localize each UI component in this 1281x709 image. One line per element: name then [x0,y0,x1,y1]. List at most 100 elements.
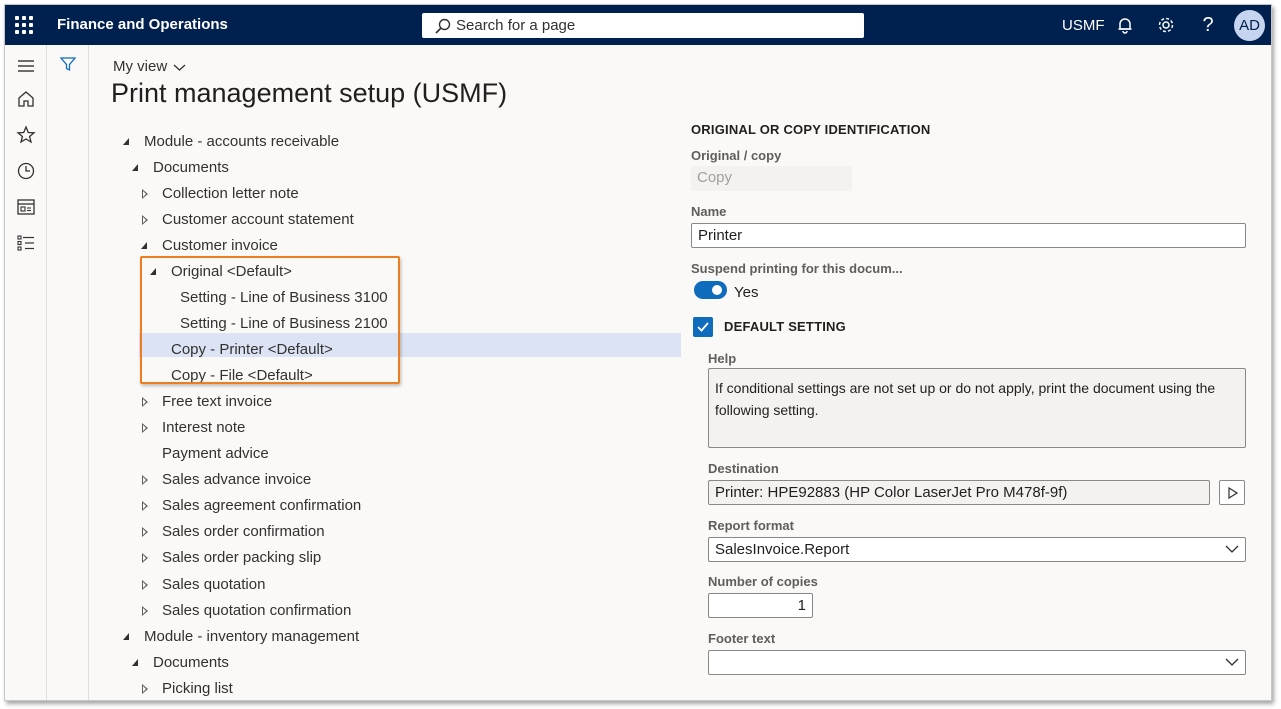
tree-node[interactable]: Sales agreement confirmation [141,494,565,518]
gear-icon[interactable] [1155,14,1177,36]
play-icon [1228,487,1238,499]
app-launcher-icon[interactable] [15,16,33,34]
tree-node-label: Payment advice [162,445,269,462]
filter-icon[interactable] [59,55,77,73]
tree-node-label: Interest note [162,419,246,436]
highlight-box [140,256,400,384]
collapsed-arrow-icon[interactable] [142,580,148,590]
tree-node-label: Sales order confirmation [162,523,325,540]
top-bar: Finance and Operations Search for a page… [5,5,1271,45]
tree-node-label: Collection letter note [162,185,299,202]
tree-node-label: Documents [153,159,229,176]
report-format-value: SalesInvoice.Report [715,541,850,558]
tree-node-label: Sales advance invoice [162,471,312,488]
collapsed-arrow-icon[interactable] [142,423,148,433]
tree-node-label: Sales quotation [162,576,266,593]
chevron-down-icon [173,64,186,71]
tree-node[interactable]: Sales order confirmation [141,520,565,544]
tree-node[interactable]: Module - inventory management [123,625,565,649]
expanded-arrow-icon[interactable] [123,633,129,640]
footer-text-label: Footer text [708,631,776,646]
tree-node-label: Sales quotation confirmation [162,602,352,619]
collapsed-arrow-icon[interactable] [142,501,148,511]
help-label: Help [708,351,737,366]
section-title: ORIGINAL OR COPY IDENTIFICATION [691,122,931,137]
app-window: Finance and Operations Search for a page… [4,4,1272,701]
collapsed-arrow-icon[interactable] [142,189,148,199]
destination-field: Printer: HPE92883 (HP Color LaserJet Pro… [708,480,1210,505]
checkmark-icon [697,322,709,332]
help-text: If conditional settings are not set up o… [708,368,1246,448]
tree-node[interactable]: Payment advice [141,442,565,466]
chevron-down-icon [1225,658,1239,666]
tree-node[interactable]: Free text invoice [141,390,565,414]
bell-icon[interactable] [1114,14,1136,36]
collapsed-arrow-icon[interactable] [142,684,148,694]
clock-icon[interactable] [15,160,37,182]
destination-label: Destination [708,461,779,476]
hamburger-icon[interactable] [15,55,37,77]
home-icon[interactable] [15,88,37,110]
report-format-label: Report format [708,518,794,533]
tree-node[interactable]: Customer invoice [141,234,565,258]
name-label: Name [691,204,727,219]
my-view-dropdown[interactable]: My view [113,58,186,75]
tree-node-label: Module - accounts receivable [144,133,340,150]
collapsed-arrow-icon[interactable] [142,553,148,563]
expanded-arrow-icon[interactable] [123,138,129,145]
collapsed-arrow-icon[interactable] [142,215,148,225]
app-title[interactable]: Finance and Operations [57,16,228,33]
filter-pane [47,45,89,700]
modules-list-icon[interactable] [15,232,37,254]
tree-node-label: Sales agreement confirmation [162,497,362,514]
suspend-printing-value: Yes [734,284,759,301]
suspend-printing-toggle[interactable] [694,281,727,299]
tree-node-label: Picking list [162,680,233,697]
tree-node[interactable]: Collection letter note [141,182,565,206]
collapsed-arrow-icon[interactable] [142,527,148,537]
tree-node[interactable]: Module - accounts receivable [123,130,565,154]
tree-node[interactable]: Documents [132,651,565,675]
tree-node[interactable]: Sales quotation confirmation [141,599,565,623]
workspaces-icon[interactable] [15,196,37,218]
tree-node[interactable]: Sales advance invoice [141,468,565,492]
tree-node-label: Free text invoice [162,393,273,410]
default-setting-title: DEFAULT SETTING [724,319,846,334]
tree-node[interactable]: Sales order packing slip [141,546,565,570]
tree-node-label: Documents [153,654,229,671]
tree-node-label: Module - inventory management [144,628,360,645]
navigation-pane [5,45,47,700]
tree-node[interactable]: Documents [132,156,565,180]
star-icon[interactable] [15,124,37,146]
help-icon[interactable]: ? [1197,14,1219,36]
tree-node[interactable]: Picking list [141,677,565,700]
tree-node[interactable]: Interest note [141,416,565,440]
report-format-select[interactable]: SalesInvoice.Report [708,537,1246,562]
avatar[interactable]: AD [1234,10,1265,41]
expanded-arrow-icon[interactable] [132,164,138,171]
tree-node-label: Sales order packing slip [162,549,322,566]
original-copy-field: Copy [691,166,852,191]
chevron-down-icon [1225,545,1239,553]
tree-node[interactable]: Customer account statement [141,208,565,232]
company-picker[interactable]: USMF [1062,17,1105,34]
destination-open-button[interactable] [1219,480,1245,505]
name-field[interactable]: Printer [691,223,1246,248]
page-title: Print management setup (USMF) [111,78,508,108]
tree-node[interactable]: Sales quotation [141,573,565,597]
collapsed-arrow-icon[interactable] [142,475,148,485]
expanded-arrow-icon[interactable] [132,659,138,666]
copies-input[interactable]: 1 [708,593,813,618]
expanded-arrow-icon[interactable] [141,242,147,249]
suspend-printing-label: Suspend printing for this docum... [691,261,903,276]
collapsed-arrow-icon[interactable] [142,397,148,407]
my-view-label: My view [113,58,168,75]
search-icon [435,18,451,34]
copies-label: Number of copies [708,574,818,589]
tree-node-label: Customer invoice [162,237,278,254]
search-placeholder: Search for a page [456,17,576,34]
search-input[interactable]: Search for a page [422,13,864,38]
footer-text-select[interactable] [708,650,1246,675]
collapsed-arrow-icon[interactable] [142,606,148,616]
default-setting-checkbox[interactable] [693,317,713,337]
